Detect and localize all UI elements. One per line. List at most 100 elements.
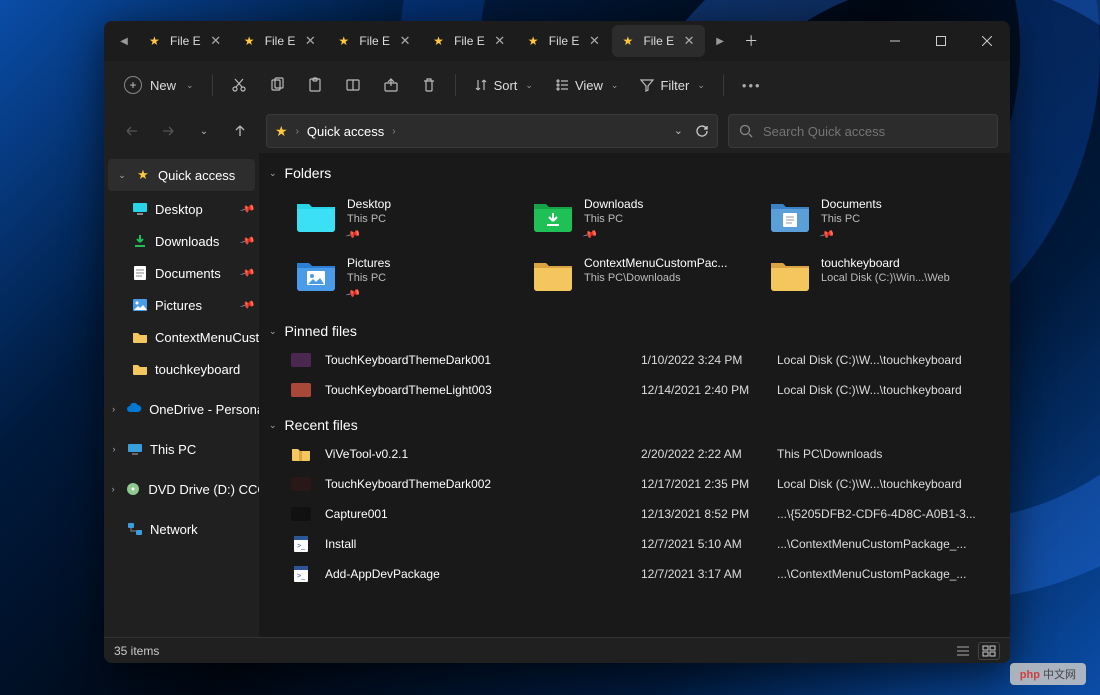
file-row[interactable]: TouchKeyboardThemeDark00212/17/2021 2:35… xyxy=(291,469,992,499)
sidebar-label: Network xyxy=(150,522,198,537)
file-row[interactable]: TouchKeyboardThemeDark0011/10/2022 3:24 … xyxy=(291,345,992,375)
folder-name: Downloads xyxy=(584,197,643,211)
file-name: TouchKeyboardThemeLight003 xyxy=(325,383,635,397)
tab-close-button[interactable]: ✕ xyxy=(492,33,508,49)
minimize-button[interactable] xyxy=(872,21,918,61)
folder-item[interactable]: DownloadsThis PC📌 xyxy=(528,191,755,244)
close-button[interactable] xyxy=(964,21,1010,61)
back-button[interactable] xyxy=(116,115,148,147)
sort-button[interactable]: Sort ⌄ xyxy=(464,67,543,103)
group-label: Recent files xyxy=(285,417,358,433)
view-button[interactable]: View ⌄ xyxy=(545,67,629,103)
more-button[interactable]: ••• xyxy=(732,67,772,103)
file-row[interactable]: ViVeTool-v0.2.12/20/2022 2:22 AMThis PC\… xyxy=(291,439,992,469)
file-row[interactable]: Capture00112/13/2021 8:52 PM...\{5205DFB… xyxy=(291,499,992,529)
sidebar-item[interactable]: Pictures📌 xyxy=(104,289,259,321)
folder-item[interactable]: touchkeyboardLocal Disk (C:)\Win...\Web xyxy=(765,250,992,303)
view-icon xyxy=(555,78,569,92)
group-pinned-header[interactable]: ⌄ Pinned files xyxy=(269,317,992,345)
pin-icon: 📌 xyxy=(239,201,255,217)
search-input[interactable] xyxy=(763,124,987,139)
folder-item[interactable]: DesktopThis PC📌 xyxy=(291,191,518,244)
maximize-button[interactable] xyxy=(918,21,964,61)
file-path: This PC\Downloads xyxy=(777,447,992,461)
tiles-view-button[interactable] xyxy=(978,642,1000,660)
new-label: New xyxy=(150,78,176,93)
file-path: ...\{5205DFB2-CDF6-4D8C-A0B1-3... xyxy=(777,507,992,521)
tab-close-button[interactable]: ✕ xyxy=(586,33,602,49)
tab-close-button[interactable]: ✕ xyxy=(397,33,413,49)
sidebar-item[interactable]: Desktop📌 xyxy=(104,193,259,225)
sidebar-this-pc[interactable]: › This PC xyxy=(104,433,259,465)
paste-button[interactable] xyxy=(297,67,333,103)
folder-location: This PC xyxy=(821,213,882,225)
file-path: Local Disk (C:)\W...\touchkeyboard xyxy=(777,353,992,367)
downloads-icon xyxy=(132,233,148,249)
file-name: ViVeTool-v0.2.1 xyxy=(325,447,635,461)
group-label: Folders xyxy=(285,165,332,181)
file-row[interactable]: >_Add-AppDevPackage12/7/2021 3:17 AM...\… xyxy=(291,559,992,589)
search-bar[interactable] xyxy=(728,114,998,148)
group-folders-header[interactable]: ⌄ Folders xyxy=(269,159,992,187)
tab[interactable]: ★File E✕ xyxy=(518,25,611,57)
pin-icon: 📌 xyxy=(239,297,255,313)
sidebar-network[interactable]: › Network xyxy=(104,513,259,545)
folder-item[interactable]: PicturesThis PC📌 xyxy=(291,250,518,303)
delete-button[interactable] xyxy=(411,67,447,103)
file-icon xyxy=(291,506,311,522)
file-date: 12/14/2021 2:40 PM xyxy=(641,383,771,397)
star-icon: ★ xyxy=(244,34,258,48)
file-name: TouchKeyboardThemeDark002 xyxy=(325,477,635,491)
address-bar[interactable]: ★ › Quick access › ⌄ xyxy=(266,114,718,148)
file-path: Local Disk (C:)\W...\touchkeyboard xyxy=(777,477,992,491)
tab-scroll-right[interactable]: ▶ xyxy=(706,21,734,61)
recent-locations-button[interactable]: ⌄ xyxy=(188,115,220,147)
tab-close-button[interactable]: ✕ xyxy=(208,33,224,49)
folder-item[interactable]: DocumentsThis PC📌 xyxy=(765,191,992,244)
sidebar-item[interactable]: Documents📌 xyxy=(104,257,259,289)
pin-icon: 📌 xyxy=(582,227,596,242)
file-row[interactable]: >_Install12/7/2021 5:10 AM...\ContextMen… xyxy=(291,529,992,559)
forward-button[interactable] xyxy=(152,115,184,147)
new-tab-button[interactable]: ＋ xyxy=(734,21,768,61)
sidebar-item[interactable]: ContextMenuCust xyxy=(104,321,259,353)
sidebar: ⌄ ★ Quick access Desktop📌Downloads📌Docum… xyxy=(104,153,259,637)
folder-item[interactable]: ContextMenuCustomPac...This PC\Downloads xyxy=(528,250,755,303)
details-view-button[interactable] xyxy=(952,642,974,660)
filter-button[interactable]: Filter ⌄ xyxy=(630,67,714,103)
star-icon: ★ xyxy=(338,34,352,48)
tab[interactable]: ★File E✕ xyxy=(328,25,421,57)
pc-icon xyxy=(127,441,143,457)
file-row[interactable]: TouchKeyboardThemeLight003 12/14/2021 2:4… xyxy=(291,375,992,405)
body: ⌄ ★ Quick access Desktop📌Downloads📌Docum… xyxy=(104,153,1010,637)
group-recent-header[interactable]: ⌄ Recent files xyxy=(269,411,992,439)
star-icon: ★ xyxy=(622,34,636,48)
sidebar-onedrive[interactable]: › OneDrive - Personal xyxy=(104,393,259,425)
tab-close-button[interactable]: ✕ xyxy=(302,33,318,49)
tab[interactable]: ★File E✕ xyxy=(234,25,327,57)
file-date: 12/7/2021 5:10 AM xyxy=(641,537,771,551)
tab[interactable]: ★File E✕ xyxy=(139,25,232,57)
rename-button[interactable] xyxy=(335,67,371,103)
sidebar-item[interactable]: Downloads📌 xyxy=(104,225,259,257)
copy-button[interactable] xyxy=(259,67,295,103)
file-name: Install xyxy=(325,537,635,551)
tab-close-button[interactable]: ✕ xyxy=(681,33,697,49)
up-button[interactable] xyxy=(224,115,256,147)
tab[interactable]: ★File E✕ xyxy=(423,25,516,57)
sidebar-dvd[interactable]: › DVD Drive (D:) CCCO xyxy=(104,473,259,505)
titlebar: ◀ ★File E✕★File E✕★File E✕★File E✕★File … xyxy=(104,21,1010,61)
cut-button[interactable] xyxy=(221,67,257,103)
tab[interactable]: ★File E✕ xyxy=(612,25,705,57)
sidebar-quick-access[interactable]: ⌄ ★ Quick access xyxy=(108,159,255,191)
sidebar-item[interactable]: touchkeyboard xyxy=(104,353,259,385)
refresh-button[interactable] xyxy=(695,124,709,138)
content-area: ⌄ Folders DesktopThis PC📌DownloadsThis P… xyxy=(259,153,1010,637)
pin-icon: 📌 xyxy=(345,286,359,301)
address-dropdown[interactable]: ⌄ xyxy=(674,124,683,138)
new-button[interactable]: + New ⌄ xyxy=(114,67,204,103)
share-button[interactable] xyxy=(373,67,409,103)
watermark: php php 中文网中文网 xyxy=(1010,663,1086,685)
tab-scroll-left[interactable]: ◀ xyxy=(110,21,138,61)
folder-location: This PC\Downloads xyxy=(584,272,727,284)
